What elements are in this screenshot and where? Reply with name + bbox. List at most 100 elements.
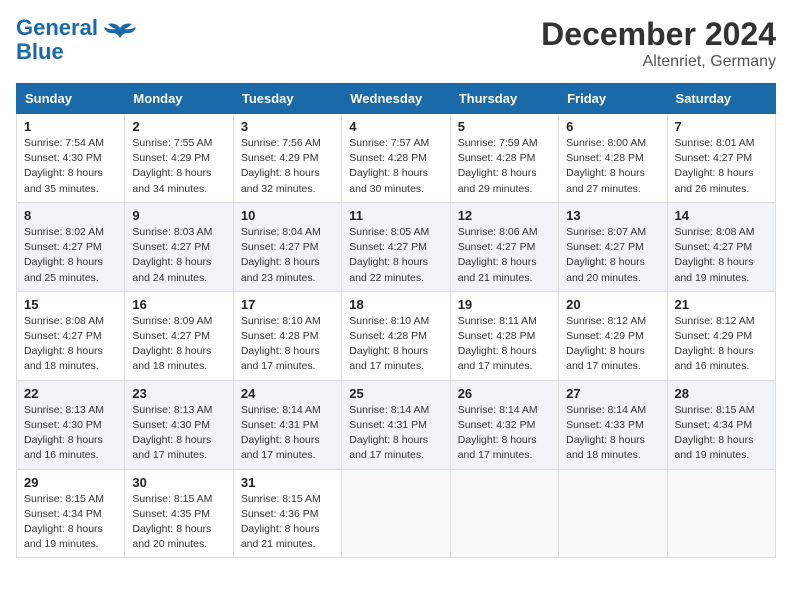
day-info: Sunrise: 8:15 AM Sunset: 4:36 PM Dayligh…: [241, 492, 334, 553]
sunset-label: Sunset: 4:28 PM: [458, 152, 536, 164]
sunset-label: Sunset: 4:30 PM: [132, 419, 210, 431]
daylight-label: Daylight: 8 hours and 17 minutes.: [349, 345, 428, 372]
sunrise-label: Sunrise: 8:08 AM: [675, 226, 755, 238]
sunrise-label: Sunrise: 8:13 AM: [132, 404, 212, 416]
daylight-label: Daylight: 8 hours and 17 minutes.: [132, 434, 211, 461]
day-number: 19: [458, 297, 551, 312]
daylight-label: Daylight: 8 hours and 23 minutes.: [241, 256, 320, 283]
daylight-label: Daylight: 8 hours and 30 minutes.: [349, 167, 428, 194]
header-monday: Monday: [125, 84, 233, 114]
title-block: December 2024 Altenriet, Germany: [541, 16, 776, 71]
daylight-label: Daylight: 8 hours and 17 minutes.: [458, 345, 537, 372]
day-info: Sunrise: 8:01 AM Sunset: 4:27 PM Dayligh…: [675, 136, 768, 197]
sunset-label: Sunset: 4:28 PM: [566, 152, 644, 164]
daylight-label: Daylight: 8 hours and 17 minutes.: [566, 345, 645, 372]
day-info: Sunrise: 8:13 AM Sunset: 4:30 PM Dayligh…: [24, 403, 117, 464]
day-number: 5: [458, 119, 551, 134]
header-sunday: Sunday: [17, 84, 125, 114]
day-info: Sunrise: 8:10 AM Sunset: 4:28 PM Dayligh…: [349, 314, 442, 375]
sunrise-label: Sunrise: 8:15 AM: [675, 404, 755, 416]
calendar-cell: 4 Sunrise: 7:57 AM Sunset: 4:28 PM Dayli…: [342, 114, 450, 203]
sunrise-label: Sunrise: 7:59 AM: [458, 137, 538, 149]
sunset-label: Sunset: 4:28 PM: [458, 330, 536, 342]
daylight-label: Daylight: 8 hours and 26 minutes.: [675, 167, 754, 194]
day-info: Sunrise: 7:56 AM Sunset: 4:29 PM Dayligh…: [241, 136, 334, 197]
calendar-cell: 10 Sunrise: 8:04 AM Sunset: 4:27 PM Dayl…: [233, 202, 341, 291]
day-number: 25: [349, 386, 442, 401]
daylight-label: Daylight: 8 hours and 17 minutes.: [241, 345, 320, 372]
daylight-label: Daylight: 8 hours and 22 minutes.: [349, 256, 428, 283]
calendar-cell: 8 Sunrise: 8:02 AM Sunset: 4:27 PM Dayli…: [17, 202, 125, 291]
sunset-label: Sunset: 4:32 PM: [458, 419, 536, 431]
daylight-label: Daylight: 8 hours and 29 minutes.: [458, 167, 537, 194]
sunrise-label: Sunrise: 8:06 AM: [458, 226, 538, 238]
day-number: 6: [566, 119, 659, 134]
sunrise-label: Sunrise: 8:03 AM: [132, 226, 212, 238]
day-info: Sunrise: 8:04 AM Sunset: 4:27 PM Dayligh…: [241, 225, 334, 286]
sunset-label: Sunset: 4:27 PM: [566, 241, 644, 253]
day-number: 16: [132, 297, 225, 312]
day-info: Sunrise: 8:12 AM Sunset: 4:29 PM Dayligh…: [675, 314, 768, 375]
day-info: Sunrise: 8:08 AM Sunset: 4:27 PM Dayligh…: [24, 314, 117, 375]
calendar-cell: 14 Sunrise: 8:08 AM Sunset: 4:27 PM Dayl…: [667, 202, 775, 291]
sunrise-label: Sunrise: 8:15 AM: [24, 493, 104, 505]
day-number: 14: [675, 208, 768, 223]
calendar-cell: 5 Sunrise: 7:59 AM Sunset: 4:28 PM Dayli…: [450, 114, 558, 203]
day-info: Sunrise: 8:15 AM Sunset: 4:35 PM Dayligh…: [132, 492, 225, 553]
day-info: Sunrise: 8:07 AM Sunset: 4:27 PM Dayligh…: [566, 225, 659, 286]
day-number: 27: [566, 386, 659, 401]
calendar-cell: 13 Sunrise: 8:07 AM Sunset: 4:27 PM Dayl…: [559, 202, 667, 291]
calendar-cell: 23 Sunrise: 8:13 AM Sunset: 4:30 PM Dayl…: [125, 380, 233, 469]
calendar-cell: 2 Sunrise: 7:55 AM Sunset: 4:29 PM Dayli…: [125, 114, 233, 203]
day-info: Sunrise: 8:08 AM Sunset: 4:27 PM Dayligh…: [675, 225, 768, 286]
day-number: 17: [241, 297, 334, 312]
daylight-label: Daylight: 8 hours and 21 minutes.: [241, 523, 320, 550]
calendar-cell: 16 Sunrise: 8:09 AM Sunset: 4:27 PM Dayl…: [125, 291, 233, 380]
header-tuesday: Tuesday: [233, 84, 341, 114]
daylight-label: Daylight: 8 hours and 18 minutes.: [24, 345, 103, 372]
sunset-label: Sunset: 4:36 PM: [241, 508, 319, 520]
sunrise-label: Sunrise: 8:14 AM: [458, 404, 538, 416]
sunrise-label: Sunrise: 8:05 AM: [349, 226, 429, 238]
calendar-cell: 22 Sunrise: 8:13 AM Sunset: 4:30 PM Dayl…: [17, 380, 125, 469]
header-saturday: Saturday: [667, 84, 775, 114]
sunrise-label: Sunrise: 8:14 AM: [241, 404, 321, 416]
day-number: 15: [24, 297, 117, 312]
sunset-label: Sunset: 4:27 PM: [349, 241, 427, 253]
daylight-label: Daylight: 8 hours and 17 minutes.: [349, 434, 428, 461]
day-info: Sunrise: 8:14 AM Sunset: 4:33 PM Dayligh…: [566, 403, 659, 464]
sunrise-label: Sunrise: 8:14 AM: [566, 404, 646, 416]
calendar-table: SundayMondayTuesdayWednesdayThursdayFrid…: [16, 83, 776, 558]
sunset-label: Sunset: 4:27 PM: [241, 241, 319, 253]
calendar-week-row: 8 Sunrise: 8:02 AM Sunset: 4:27 PM Dayli…: [17, 202, 776, 291]
day-info: Sunrise: 8:06 AM Sunset: 4:27 PM Dayligh…: [458, 225, 551, 286]
sunset-label: Sunset: 4:27 PM: [675, 152, 753, 164]
sunrise-label: Sunrise: 8:11 AM: [458, 315, 537, 327]
day-info: Sunrise: 8:10 AM Sunset: 4:28 PM Dayligh…: [241, 314, 334, 375]
sunrise-label: Sunrise: 8:04 AM: [241, 226, 321, 238]
daylight-label: Daylight: 8 hours and 19 minutes.: [675, 434, 754, 461]
sunset-label: Sunset: 4:27 PM: [132, 241, 210, 253]
calendar-cell: 21 Sunrise: 8:12 AM Sunset: 4:29 PM Dayl…: [667, 291, 775, 380]
daylight-label: Daylight: 8 hours and 25 minutes.: [24, 256, 103, 283]
day-number: 1: [24, 119, 117, 134]
sunrise-label: Sunrise: 8:09 AM: [132, 315, 212, 327]
sunset-label: Sunset: 4:28 PM: [241, 330, 319, 342]
sunset-label: Sunset: 4:28 PM: [349, 330, 427, 342]
sunrise-label: Sunrise: 8:14 AM: [349, 404, 429, 416]
day-number: 26: [458, 386, 551, 401]
daylight-label: Daylight: 8 hours and 19 minutes.: [24, 523, 103, 550]
daylight-label: Daylight: 8 hours and 17 minutes.: [241, 434, 320, 461]
sunset-label: Sunset: 4:34 PM: [24, 508, 102, 520]
day-number: 20: [566, 297, 659, 312]
sunset-label: Sunset: 4:33 PM: [566, 419, 644, 431]
calendar-header-row: SundayMondayTuesdayWednesdayThursdayFrid…: [17, 84, 776, 114]
day-number: 4: [349, 119, 442, 134]
calendar-cell: 26 Sunrise: 8:14 AM Sunset: 4:32 PM Dayl…: [450, 380, 558, 469]
sunset-label: Sunset: 4:29 PM: [675, 330, 753, 342]
daylight-label: Daylight: 8 hours and 32 minutes.: [241, 167, 320, 194]
calendar-cell: 15 Sunrise: 8:08 AM Sunset: 4:27 PM Dayl…: [17, 291, 125, 380]
logo: General Blue: [16, 16, 138, 64]
logo-bird-icon: [102, 20, 138, 50]
day-number: 30: [132, 475, 225, 490]
